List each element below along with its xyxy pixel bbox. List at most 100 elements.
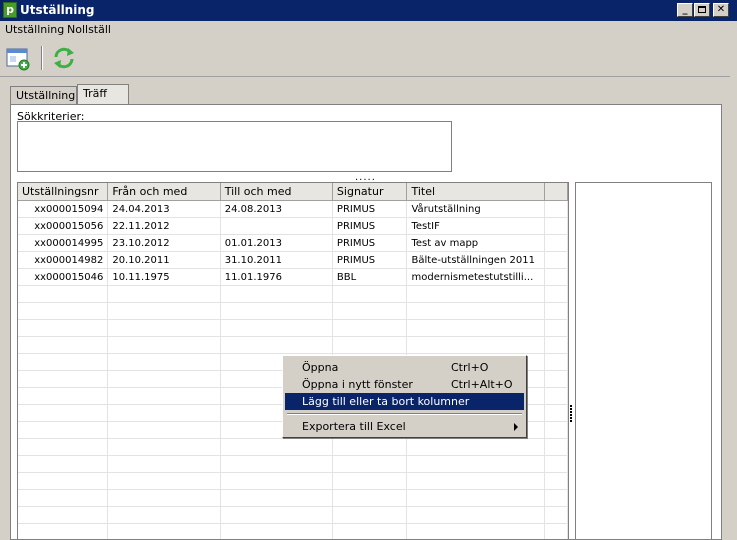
table-row[interactable] bbox=[18, 523, 568, 539]
tab-traff[interactable]: Träff bbox=[77, 84, 129, 105]
table-cell bbox=[332, 455, 408, 473]
table-row[interactable] bbox=[18, 319, 568, 337]
table-cell bbox=[332, 438, 408, 456]
table-row[interactable] bbox=[18, 302, 568, 320]
table-cell: xx000015094 bbox=[18, 200, 109, 218]
table-cell bbox=[18, 285, 109, 303]
table-cell bbox=[332, 523, 408, 539]
menu-utstallning[interactable]: Utställning bbox=[5, 23, 64, 36]
table-cell bbox=[544, 506, 568, 524]
table-cell: xx000015056 bbox=[18, 217, 109, 235]
table-cell bbox=[18, 455, 109, 473]
table-row[interactable] bbox=[18, 489, 568, 507]
table-cell: 01.01.2013 bbox=[220, 234, 333, 252]
tab-label: Utställning bbox=[16, 89, 76, 102]
table-row[interactable] bbox=[18, 285, 568, 303]
table-row[interactable] bbox=[18, 472, 568, 490]
context-menu-add-remove-columns[interactable]: Lägg till eller ta bort kolumner bbox=[285, 393, 524, 410]
table-cell bbox=[544, 200, 568, 218]
table-cell bbox=[544, 523, 568, 539]
table-cell bbox=[18, 404, 109, 422]
table-row[interactable]: xx000015094 24.04.2013 24.08.2013 PRIMUS Vår… bbox=[18, 200, 568, 218]
table-cell bbox=[332, 302, 408, 320]
table-cell bbox=[107, 438, 221, 456]
menu-nollstall[interactable]: Nollställ bbox=[67, 23, 111, 36]
refresh-button[interactable] bbox=[50, 44, 78, 72]
context-menu: Öppna Ctrl+O Öppna i nytt fönster Ctrl+A… bbox=[282, 355, 527, 438]
window-right-edge bbox=[730, 76, 737, 540]
context-menu-separator bbox=[287, 413, 522, 415]
table-cell bbox=[406, 472, 546, 490]
search-criteria-field[interactable] bbox=[17, 121, 452, 172]
table-cell bbox=[544, 268, 568, 286]
table-row[interactable] bbox=[18, 506, 568, 524]
table-cell: 24.08.2013 bbox=[220, 200, 333, 218]
table-cell bbox=[406, 489, 546, 507]
table-row[interactable]: xx000014995 23.10.2012 01.01.2013 PRIMUS Tes… bbox=[18, 234, 568, 252]
context-menu-export-excel[interactable]: Exportera till Excel bbox=[285, 418, 524, 435]
context-menu-open-new-window[interactable]: Öppna i nytt fönster Ctrl+Alt+O bbox=[285, 376, 524, 393]
table-cell bbox=[107, 387, 221, 405]
tab-utstallning[interactable]: Utställning bbox=[10, 86, 77, 104]
table-cell bbox=[107, 336, 221, 354]
window-titlebar[interactable]: p Utställning _ ✕ bbox=[0, 0, 737, 21]
table-cell bbox=[332, 285, 408, 303]
table-cell bbox=[107, 302, 221, 320]
app-logo-icon: p bbox=[3, 2, 17, 18]
table-row[interactable] bbox=[18, 336, 568, 354]
table-cell bbox=[107, 404, 221, 422]
column-header-till-och-med[interactable]: Till och med bbox=[220, 183, 333, 201]
table-cell bbox=[544, 472, 568, 490]
maximize-icon bbox=[698, 6, 706, 13]
table-cell: xx000014995 bbox=[18, 234, 109, 252]
context-menu-open[interactable]: Öppna Ctrl+O bbox=[285, 359, 524, 376]
table-cell: Vårutställning bbox=[406, 200, 546, 218]
table-cell bbox=[107, 472, 221, 490]
table-cell bbox=[544, 217, 568, 235]
table-cell bbox=[220, 319, 333, 337]
table-cell bbox=[220, 438, 333, 456]
table-cell bbox=[406, 302, 546, 320]
table-cell bbox=[18, 506, 109, 524]
column-header-titel[interactable]: Titel bbox=[406, 183, 546, 201]
table-cell bbox=[544, 319, 568, 337]
close-button[interactable]: ✕ bbox=[713, 3, 729, 17]
table-row[interactable]: xx000015056 22.11.2012 PRIMUS TestIF bbox=[18, 217, 568, 235]
table-cell: PRIMUS bbox=[332, 251, 408, 269]
table-cell bbox=[332, 489, 408, 507]
table-cell bbox=[406, 455, 546, 473]
table-row[interactable]: xx000015046 10.11.1975 11.01.1976 BBL modern… bbox=[18, 268, 568, 286]
table-cell: 23.10.2012 bbox=[107, 234, 221, 252]
column-header-utstallningsnr[interactable]: Utställningsnr bbox=[18, 183, 109, 201]
column-header-fran-och-med[interactable]: Från och med bbox=[107, 183, 221, 201]
table-cell bbox=[107, 370, 221, 388]
table-cell: Test av mapp bbox=[406, 234, 546, 252]
table-cell bbox=[406, 523, 546, 539]
table-cell: 20.10.2011 bbox=[107, 251, 221, 269]
table-row[interactable]: xx000014982 20.10.2011 31.10.2011 PRIMUS Bäl… bbox=[18, 251, 568, 269]
table-cell bbox=[18, 472, 109, 490]
table-cell bbox=[107, 489, 221, 507]
table-row[interactable] bbox=[18, 455, 568, 473]
table-cell bbox=[107, 285, 221, 303]
table-cell bbox=[544, 370, 568, 388]
column-header-signatur[interactable]: Signatur bbox=[332, 183, 408, 201]
table-cell bbox=[18, 438, 109, 456]
horizontal-splitter-handle[interactable]: ..... bbox=[355, 173, 376, 183]
table-cell bbox=[220, 217, 333, 235]
table-cell bbox=[220, 489, 333, 507]
table-cell bbox=[220, 472, 333, 490]
table-cell bbox=[544, 387, 568, 405]
table-row[interactable] bbox=[18, 438, 568, 456]
minimize-button[interactable]: _ bbox=[677, 3, 693, 17]
table-cell: 24.04.2013 bbox=[107, 200, 221, 218]
table-cell bbox=[107, 319, 221, 337]
table-cell bbox=[220, 302, 333, 320]
new-window-button[interactable] bbox=[4, 44, 32, 72]
maximize-button[interactable] bbox=[694, 3, 710, 17]
menu-item-shortcut: Ctrl+Alt+O bbox=[451, 378, 513, 391]
table-cell bbox=[332, 506, 408, 524]
menu-item-label: Lägg till eller ta bort kolumner bbox=[302, 395, 470, 408]
table-cell bbox=[406, 506, 546, 524]
vertical-splitter-handle[interactable] bbox=[570, 405, 573, 423]
